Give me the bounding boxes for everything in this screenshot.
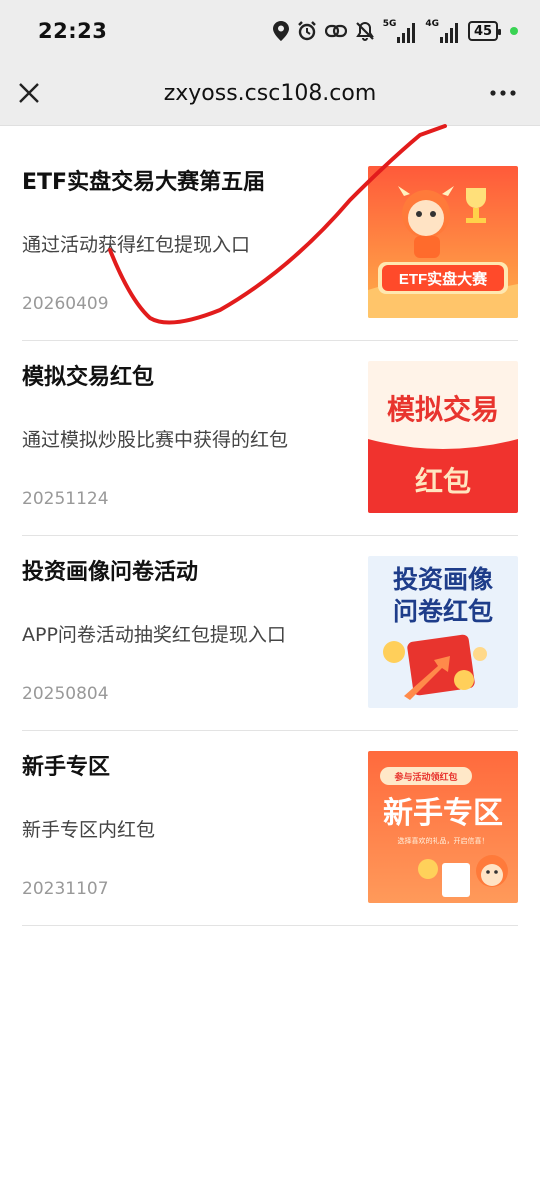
simulated-trading-thumbnail: 模拟交易 红包 bbox=[368, 361, 518, 513]
battery-level: 45 bbox=[473, 23, 493, 39]
questionnaire-thumb-text-1: 投资画像 bbox=[393, 565, 493, 594]
activity-list: ETF实盘交易大赛第五届 通过活动获得红包提现入口 20260409 ETF实盘… bbox=[22, 146, 518, 926]
list-item[interactable]: 投资画像问卷活动 APP问卷活动抽奖红包提现入口 20250804 投资画像 问… bbox=[22, 536, 518, 731]
newbie-thumb-text: 新手专区 bbox=[383, 797, 503, 830]
newbie-zone-thumbnail: 参与活动领红包 新手专区 选择喜欢的礼品，开启信喜！ bbox=[368, 751, 518, 903]
etf-thumb-text: ETF实盘大赛 bbox=[399, 270, 488, 288]
location-icon bbox=[272, 21, 289, 41]
sim-thumb-text-1: 模拟交易 bbox=[387, 393, 499, 425]
signal-5g-icon: 5G bbox=[382, 18, 418, 43]
newbie-thumb-tag: 参与活动领红包 bbox=[394, 771, 457, 782]
nav-bar: zxyoss.csc108.com bbox=[0, 62, 540, 126]
item-desc: 通过活动获得红包提现入口 bbox=[22, 234, 251, 256]
page-url-title: zxyoss.csc108.com bbox=[163, 81, 377, 106]
signal-4g-icon: 4G bbox=[425, 18, 460, 43]
net-label-5g: 5G bbox=[382, 18, 397, 29]
item-desc: APP问卷活动抽奖红包提现入口 bbox=[22, 624, 286, 646]
item-title: 模拟交易红包 bbox=[22, 365, 155, 390]
list-item[interactable]: 新手专区 新手专区内红包 20231107 参与活动领红包 新手专区 选择喜欢的… bbox=[22, 731, 518, 926]
status-dot bbox=[510, 27, 518, 35]
questionnaire-thumb-text-2: 问卷红包 bbox=[393, 597, 493, 626]
questionnaire-thumbnail: 投资画像 问卷红包 bbox=[368, 556, 518, 708]
mute-icon bbox=[355, 21, 375, 41]
status-icons: 5G 4G 45 bbox=[272, 18, 518, 43]
battery-icon: 45 bbox=[468, 21, 501, 41]
link-icon bbox=[324, 23, 347, 39]
close-icon[interactable] bbox=[14, 76, 44, 110]
item-date: 20250804 bbox=[22, 684, 109, 704]
list-item[interactable]: 模拟交易红包 通过模拟炒股比赛中获得的红包 20251124 模拟交易 红包 bbox=[22, 341, 518, 536]
item-desc: 新手专区内红包 bbox=[22, 819, 156, 841]
more-icon[interactable] bbox=[488, 76, 518, 110]
newbie-thumb-sub: 选择喜欢的礼品，开启信喜！ bbox=[398, 836, 489, 845]
item-desc: 通过模拟炒股比赛中获得的红包 bbox=[22, 429, 289, 451]
status-bar: 22:23 5G 4G 45 bbox=[0, 0, 540, 62]
net-label-4g: 4G bbox=[425, 18, 439, 29]
sim-thumb-text-2: 红包 bbox=[415, 465, 471, 497]
item-title: 新手专区 bbox=[22, 755, 111, 780]
alarm-icon bbox=[297, 21, 317, 41]
item-title: 投资画像问卷活动 bbox=[22, 560, 199, 585]
status-time: 22:23 bbox=[38, 19, 108, 43]
item-date: 20251124 bbox=[22, 489, 109, 509]
list-item[interactable]: ETF实盘交易大赛第五届 通过活动获得红包提现入口 20260409 ETF实盘… bbox=[22, 146, 518, 341]
item-title: ETF实盘交易大赛第五届 bbox=[22, 170, 266, 195]
item-date: 20231107 bbox=[22, 879, 109, 899]
item-date: 20260409 bbox=[22, 294, 109, 314]
etf-contest-thumbnail: ETF实盘大赛 bbox=[368, 166, 518, 318]
